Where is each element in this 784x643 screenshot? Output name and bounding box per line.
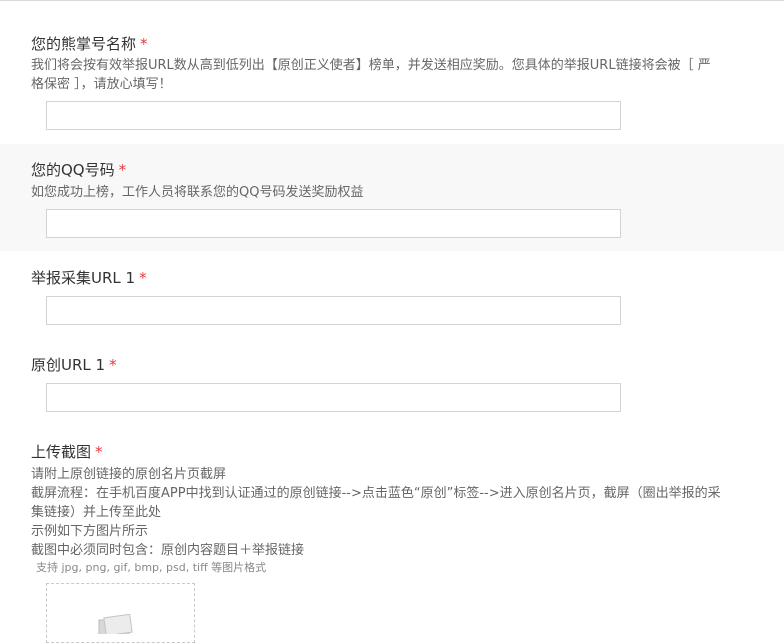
upload-format-hint: 支持 jpg, png, gif, bmp, psd, tiff 等图片格式 xyxy=(36,561,267,574)
field-label: 上传截图 * xyxy=(31,443,103,461)
field-account-name: 您的熊掌号名称 * 我们将会按有效举报URL数从高到低列出【原创正义使者】榜单，并… xyxy=(0,1,784,144)
required-mark: * xyxy=(109,356,117,374)
original-url-input[interactable] xyxy=(46,383,621,412)
field-label: 原创URL 1 * xyxy=(31,356,117,374)
required-mark: * xyxy=(118,161,127,179)
field-description: 我们将会按有效举报URL数从高到低列出【原创正义使者】榜单，并发送相应奖励。您具… xyxy=(31,58,711,92)
required-mark: * xyxy=(140,35,148,53)
field-label: 举报采集URL 1 * xyxy=(31,269,147,287)
required-mark: * xyxy=(95,443,103,461)
field-description: 请附上原创链接的原创名片页截屏 截屏流程：在手机百度APP中找到认证通过的原创链… xyxy=(31,467,721,558)
field-label: 您的熊掌号名称 * xyxy=(31,35,148,53)
field-original-url: 原创URL 1 * xyxy=(0,338,784,425)
field-label: 您的QQ号码 * xyxy=(31,161,127,179)
image-placeholder-icon xyxy=(98,614,133,634)
report-url-input[interactable] xyxy=(46,296,621,325)
field-qq-number: 您的QQ号码 * 如您成功上榜，工作人员将联系您的QQ号码发送奖励权益 xyxy=(0,144,784,251)
qq-number-input[interactable] xyxy=(46,209,621,238)
field-description: 如您成功上榜，工作人员将联系您的QQ号码发送奖励权益 xyxy=(31,185,364,200)
account-name-input[interactable] xyxy=(46,101,621,130)
required-mark: * xyxy=(139,269,147,287)
upload-dropzone[interactable] xyxy=(46,583,195,643)
field-report-url: 举报采集URL 1 * xyxy=(0,251,784,338)
